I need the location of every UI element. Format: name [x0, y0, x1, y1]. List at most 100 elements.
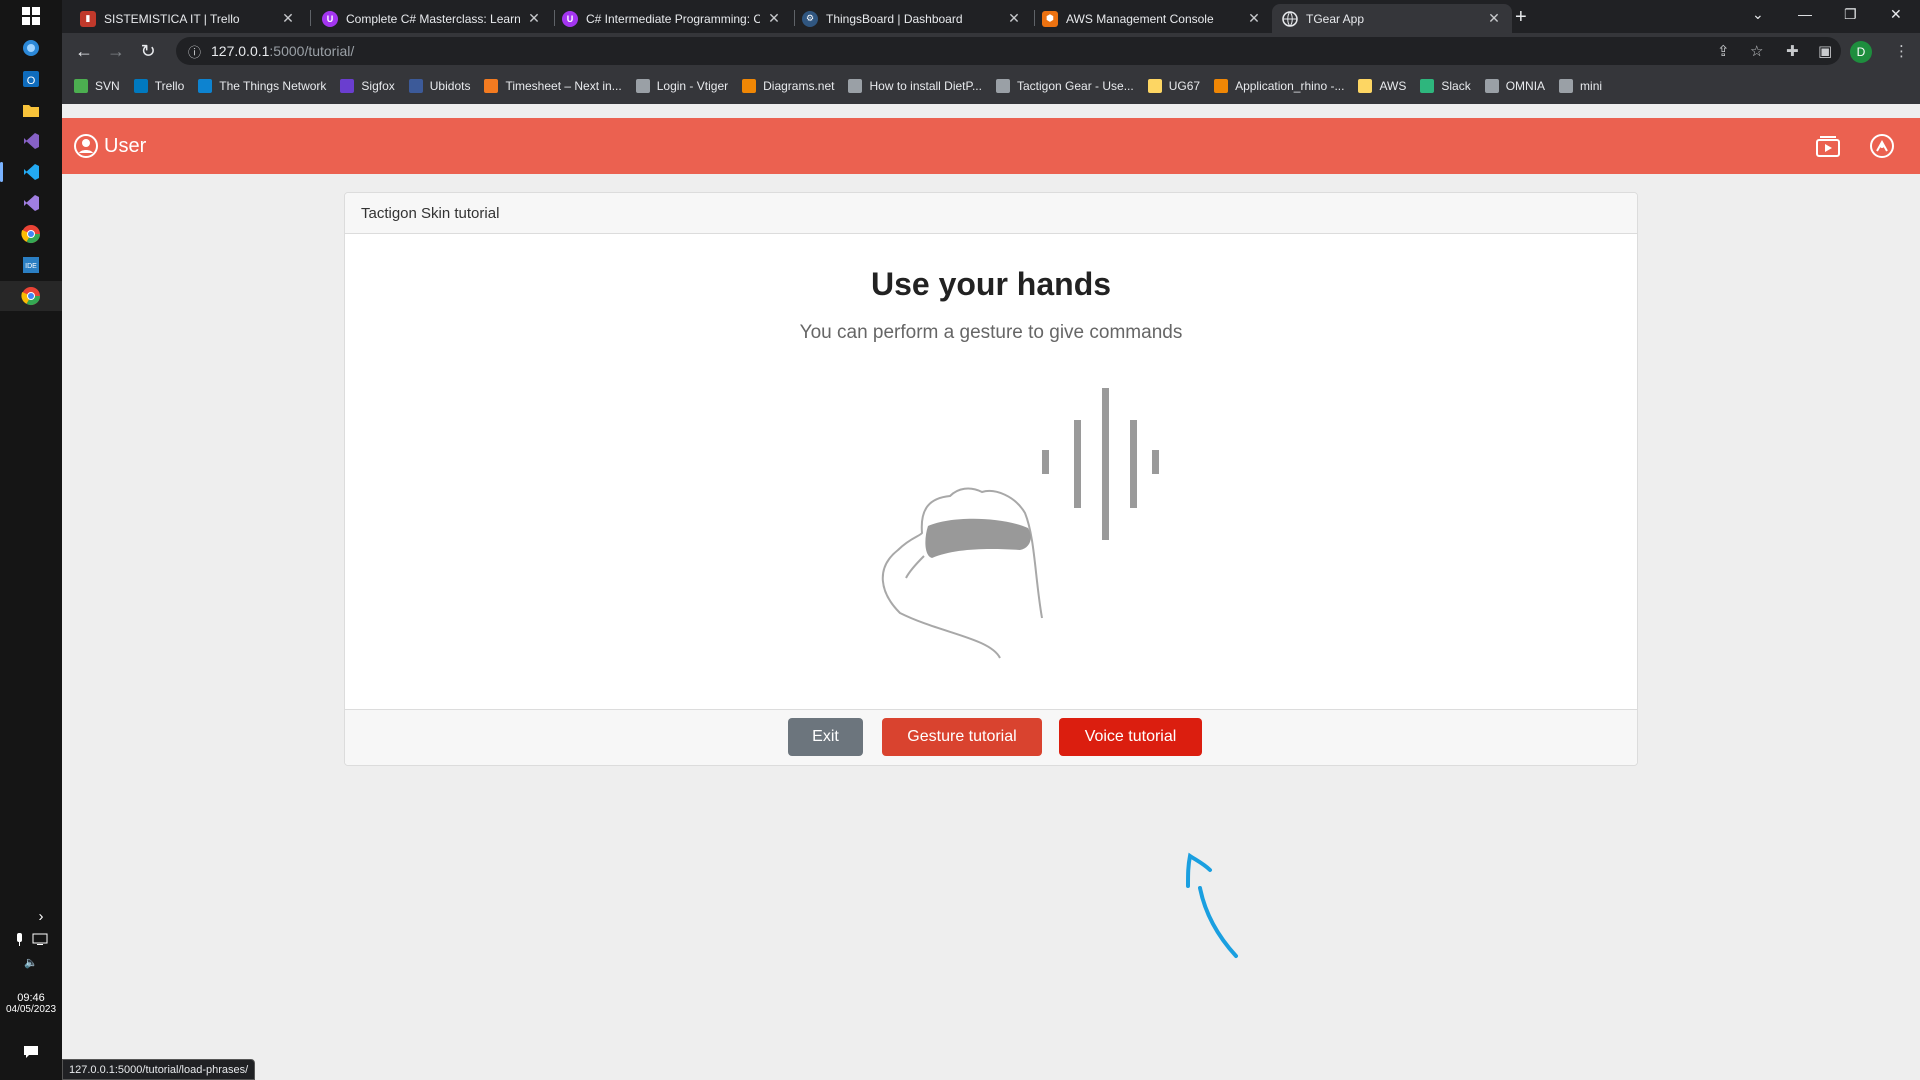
windows-start-icon[interactable]	[19, 4, 43, 28]
onedrive-icon[interactable]	[19, 36, 43, 60]
bookmark-favicon-icon	[742, 79, 757, 93]
clock[interactable]: 09:46 04/05/2023	[0, 992, 62, 1015]
close-tab-icon[interactable]: ✕	[526, 10, 542, 27]
tab-tgear-app[interactable]: TGear App ✕	[1272, 4, 1512, 33]
tab-csharp-masterclass[interactable]: U Complete C# Masterclass: Learn t ✕	[312, 4, 552, 33]
user-menu[interactable]: User	[74, 134, 146, 158]
tray-icons[interactable]	[0, 932, 62, 951]
bookmark-item[interactable]: Trello	[133, 79, 185, 93]
tab-csharp-intermediate[interactable]: U C# Intermediate Programming: C ✕	[552, 4, 792, 33]
bookmark-label: Timesheet – Next in...	[505, 79, 622, 93]
bookmark-item[interactable]: SVN	[74, 79, 120, 93]
file-explorer-icon[interactable]	[19, 98, 43, 122]
reload-button[interactable]: ↻	[136, 41, 160, 62]
toolbar: ← → ↻ ⓘ 127.0.0.1:5000/tutorial/ ⇪ ☆ ✚ ▣…	[62, 33, 1920, 71]
power-settings-icon[interactable]	[1868, 132, 1896, 160]
bookmark-favicon-icon	[484, 79, 499, 93]
restore-button[interactable]: ❐	[1844, 6, 1857, 23]
profile-avatar[interactable]: D	[1850, 41, 1872, 63]
exit-button[interactable]: Exit	[788, 718, 863, 756]
bookmark-item[interactable]: mini	[1559, 79, 1602, 93]
bookmark-favicon-icon	[340, 79, 355, 93]
close-tab-icon[interactable]: ✕	[1246, 10, 1262, 27]
info-icon[interactable]: ⓘ	[188, 42, 201, 61]
card-body: Use your hands You can perform a gesture…	[345, 234, 1637, 709]
tab-thingsboard[interactable]: ⚙ ThingsBoard | Dashboard ✕	[792, 4, 1032, 33]
close-tab-icon[interactable]: ✕	[766, 10, 782, 27]
bookmark-item[interactable]: Ubidots	[408, 79, 470, 93]
status-bar-url: 127.0.0.1:5000/tutorial/load-phrases/	[62, 1059, 256, 1080]
tray-expand-icon[interactable]: ›	[0, 908, 62, 925]
bookmark-favicon-icon	[133, 79, 148, 93]
card-footer: Exit Gesture tutorial Voice tutorial	[345, 709, 1637, 765]
bookmark-item[interactable]: Sigfox	[340, 79, 395, 93]
bookmark-favicon-icon	[1214, 79, 1229, 93]
udemy-favicon-icon: U	[322, 10, 338, 27]
bookmark-star-icon[interactable]: ☆	[1750, 42, 1763, 60]
tab-title: TGear App	[1306, 11, 1365, 26]
bookmark-label: Application_rhino -...	[1235, 79, 1345, 93]
bookmark-item[interactable]: How to install DietP...	[848, 79, 982, 93]
new-tab-button[interactable]: +	[1515, 6, 1527, 29]
tab-search-icon[interactable]: ⌄	[1752, 6, 1764, 23]
chrome-icon[interactable]	[19, 222, 43, 246]
menu-icon[interactable]: ⋮	[1894, 42, 1909, 60]
bookmark-label: UG67	[1168, 79, 1201, 93]
minimize-button[interactable]: —	[1798, 6, 1812, 22]
bookmark-label: SVN	[95, 79, 120, 93]
tab-title: C# Intermediate Programming: C	[586, 11, 760, 26]
forward-button[interactable]: →	[104, 41, 128, 62]
back-button[interactable]: ←	[72, 41, 96, 62]
bookmark-item[interactable]: Tactigon Gear - Use...	[995, 79, 1134, 93]
address-bar[interactable]: ⓘ 127.0.0.1:5000/tutorial/	[176, 37, 1841, 65]
bookmark-item[interactable]: UG67	[1147, 79, 1201, 93]
close-tab-icon[interactable]: ✕	[280, 10, 296, 27]
tab-trello[interactable]: ▮ SISTEMISTICA IT | Trello ✕	[70, 4, 306, 33]
bookmark-label: mini	[1580, 79, 1603, 93]
gesture-tutorial-button[interactable]: Gesture tutorial	[882, 718, 1042, 756]
tab-aws[interactable]: ⬢ AWS Management Console ✕	[1032, 4, 1272, 33]
udemy-favicon-icon: U	[562, 10, 578, 27]
url-path: :5000/tutorial/	[269, 43, 355, 59]
app-viewport: User Tactigon Skin tutorial Use your han…	[62, 104, 1920, 1080]
close-tab-icon[interactable]: ✕	[1006, 10, 1022, 27]
user-label: User	[104, 134, 147, 157]
svg-text:O: O	[27, 75, 36, 87]
video-tutorial-icon[interactable]	[1814, 132, 1842, 160]
trello-favicon-icon: ▮	[80, 10, 96, 27]
browser-chrome: ▮ SISTEMISTICA IT | Trello ✕ U Complete …	[62, 0, 1920, 104]
bookmark-item[interactable]: AWS	[1358, 79, 1406, 93]
bookmark-item[interactable]: Slack	[1420, 79, 1471, 93]
extensions-icon[interactable]: ✚	[1786, 42, 1799, 60]
bookmark-label: Slack	[1441, 79, 1471, 93]
bookmark-item[interactable]: OMNIA	[1484, 79, 1546, 93]
bookmark-label: Trello	[154, 79, 185, 93]
gesture-illustration-icon	[881, 388, 1159, 659]
bookmark-item[interactable]: Application_rhino -...	[1214, 79, 1344, 93]
ide-icon[interactable]: IDE	[19, 253, 43, 277]
bookmark-label: OMNIA	[1505, 79, 1546, 93]
close-tab-icon[interactable]: ✕	[1486, 10, 1502, 27]
app-header: User	[62, 118, 1920, 174]
outlook-icon[interactable]: O	[19, 67, 43, 91]
side-panel-icon[interactable]: ▣	[1818, 42, 1832, 60]
chrome-active-icon[interactable]	[0, 281, 62, 311]
volume-icon[interactable]: 🔈	[0, 956, 62, 969]
vscode-icon[interactable]	[0, 160, 43, 184]
bookmark-item[interactable]: Timesheet – Next in...	[484, 79, 622, 93]
bookmark-favicon-icon	[848, 79, 863, 93]
bookmark-item[interactable]: Login - Vtiger	[635, 79, 728, 93]
visual-studio-2-icon[interactable]	[19, 191, 43, 215]
card-title: Tactigon Skin tutorial	[345, 193, 1637, 234]
aws-favicon-icon: ⬢	[1042, 10, 1058, 27]
notification-icon[interactable]	[0, 1044, 62, 1063]
globe-favicon-icon	[1282, 10, 1298, 27]
voice-tutorial-button[interactable]: Voice tutorial	[1059, 718, 1202, 756]
visual-studio-icon[interactable]	[19, 129, 43, 153]
close-window-button[interactable]: ✕	[1890, 6, 1902, 23]
bookmark-item[interactable]: The Things Network	[198, 79, 326, 93]
bookmark-item[interactable]: Diagrams.net	[742, 79, 834, 93]
windows-taskbar: O IDE › 🔈 09:46 04/05/2023	[0, 0, 62, 1080]
clock-time: 09:46	[17, 992, 45, 1004]
share-icon[interactable]: ⇪	[1717, 42, 1730, 60]
